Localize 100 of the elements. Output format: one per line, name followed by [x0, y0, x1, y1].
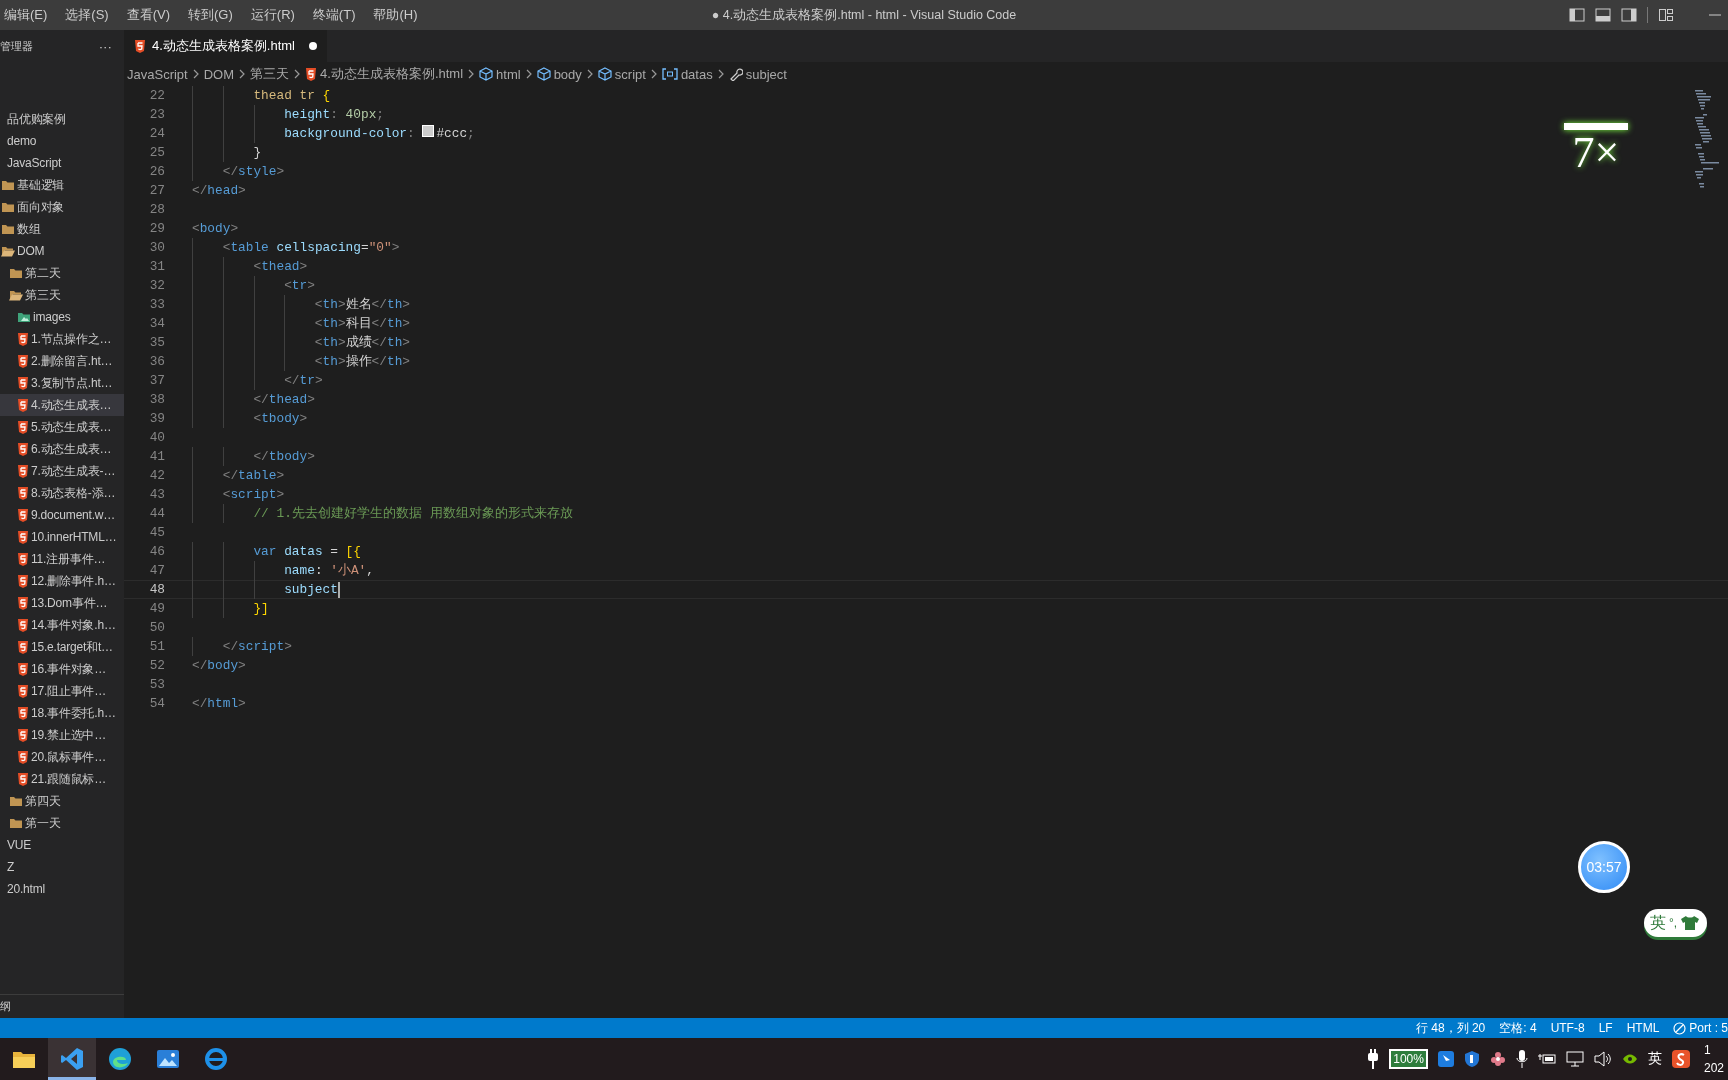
- line-number: 32: [148, 278, 165, 293]
- tree-item[interactable]: 20.html: [0, 878, 124, 900]
- tree-item[interactable]: 19.禁止选中…: [0, 724, 124, 746]
- bottom-panel-toggle-icon: [1595, 7, 1611, 23]
- tree-item[interactable]: 5.动态生成表…: [0, 416, 124, 438]
- tree-item[interactable]: Z: [0, 856, 124, 878]
- code-line: }]: [192, 599, 269, 618]
- tree-item[interactable]: JavaScript: [0, 152, 124, 174]
- menu-item[interactable]: 帮助(H): [369, 0, 424, 30]
- tree-item[interactable]: 第三天: [0, 284, 124, 306]
- tree-item[interactable]: 12.删除事件.h…: [0, 570, 124, 592]
- tree-item[interactable]: 1.节点操作之…: [0, 328, 124, 350]
- breadcrumb-item[interactable]: script: [597, 66, 646, 82]
- tree-item[interactable]: 10.innerHTML…: [0, 526, 124, 548]
- tree-item[interactable]: 第一天: [0, 812, 124, 834]
- line-number: 41: [148, 449, 165, 464]
- line-number: 22: [148, 88, 165, 103]
- tree-item[interactable]: 16.事件对象…: [0, 658, 124, 680]
- outline-header[interactable]: 纲: [0, 998, 11, 1014]
- html-file-icon: [17, 464, 29, 478]
- code-line: <body>: [192, 220, 239, 238]
- tree-item[interactable]: 21.跟随鼠标…: [0, 768, 124, 790]
- status-item[interactable]: 行 48，列 20: [1415, 1019, 1486, 1037]
- layout-icon: [1658, 7, 1674, 23]
- network-icon: [1565, 1051, 1584, 1067]
- input-method-toolbar[interactable]: 英 °,: [1644, 909, 1707, 937]
- photo-icon: [156, 1048, 180, 1070]
- folder-icon: [1, 223, 15, 235]
- status-item[interactable]: 空格: 4: [1499, 1019, 1537, 1037]
- battery-indicator[interactable]: 100%: [1389, 1049, 1428, 1069]
- tree-item[interactable]: 第四天: [0, 790, 124, 812]
- editor-tab[interactable]: 4.动态生成表格案例.html: [124, 30, 327, 62]
- code-line: background-color: #ccc;: [192, 124, 475, 143]
- code-line: <thead>: [192, 257, 308, 276]
- tree-item[interactable]: 17.阻止事件…: [0, 680, 124, 702]
- status-item[interactable]: UTF-8: [1550, 1021, 1585, 1035]
- menu-item[interactable]: 终端(T): [308, 0, 362, 30]
- image-folder-icon: [17, 311, 31, 323]
- tree-item[interactable]: 15.e.target和t…: [0, 636, 124, 658]
- tree-item[interactable]: 4.动态生成表…: [0, 394, 124, 416]
- breadcrumb-item[interactable]: JavaScript: [127, 66, 188, 82]
- line-number: 48: [148, 582, 165, 597]
- code-line: }: [192, 143, 262, 162]
- tree-item[interactable]: DOM: [0, 240, 124, 262]
- code-line: <th>姓名</th>: [192, 295, 410, 314]
- tree-item[interactable]: 面向对象: [0, 196, 124, 218]
- line-number: 25: [148, 145, 165, 160]
- tree-item[interactable]: VUE: [0, 834, 124, 856]
- menu-item[interactable]: 运行(R): [246, 0, 301, 30]
- tree-item[interactable]: 13.Dom事件…: [0, 592, 124, 614]
- chevron-icon: [467, 69, 476, 79]
- tree-item[interactable]: 6.动态生成表…: [0, 438, 124, 460]
- tree-item[interactable]: 第二天: [0, 262, 124, 284]
- line-number: 44: [148, 506, 165, 521]
- tree-item[interactable]: 20.鼠标事件…: [0, 746, 124, 768]
- chevron-icon: [293, 69, 302, 79]
- tree-item[interactable]: 9.document.w…: [0, 504, 124, 526]
- status-item[interactable]: LF: [1598, 1021, 1613, 1035]
- breadcrumb-item[interactable]: 第三天: [250, 65, 290, 83]
- tree-item[interactable]: 基础逻辑: [0, 174, 124, 196]
- breadcrumb-item[interactable]: html: [479, 66, 521, 82]
- tree-item[interactable]: 8.动态表格-添…: [0, 482, 124, 504]
- wrench-icon: [728, 67, 743, 81]
- html-file-icon: [17, 530, 29, 544]
- breadcrumb-item[interactable]: datas: [661, 66, 713, 82]
- breadcrumb-item[interactable]: 4.动态生成表格案例.html: [305, 65, 464, 83]
- open-folder-icon: [9, 289, 23, 301]
- tree-item[interactable]: 品优购案例: [0, 108, 124, 130]
- line-number: 28: [148, 202, 165, 217]
- breadcrumb-item[interactable]: DOM: [203, 66, 235, 82]
- code-line: </script>: [192, 637, 292, 656]
- taskbar-app[interactable]: [48, 1038, 96, 1080]
- tree-item[interactable]: 2.删除留言.ht…: [0, 350, 124, 372]
- menu-item[interactable]: 编辑(E): [0, 0, 54, 30]
- tree-item[interactable]: demo: [0, 130, 124, 152]
- color-swatch-icon[interactable]: [422, 124, 435, 137]
- tree-item[interactable]: 数组: [0, 218, 124, 240]
- tree-item[interactable]: 18.事件委托.h…: [0, 702, 124, 724]
- input-method-indicator[interactable]: 英: [1647, 1050, 1662, 1068]
- line-number: 26: [148, 164, 165, 179]
- menu-item[interactable]: 转到(G): [184, 0, 239, 30]
- tree-item[interactable]: 11.注册事件…: [0, 548, 124, 570]
- status-item[interactable]: Port : 5: [1673, 1021, 1728, 1035]
- folder-icon: [1, 201, 15, 213]
- line-number: 27: [148, 183, 165, 198]
- menu-item[interactable]: 查看(V): [122, 0, 177, 30]
- tree-item[interactable]: 7.动态生成表-…: [0, 460, 124, 482]
- more-actions-button[interactable]: ···: [98, 38, 112, 54]
- breadcrumb-item[interactable]: body: [536, 66, 582, 82]
- menu-item[interactable]: 选择(S): [61, 0, 115, 30]
- breadcrumb-item[interactable]: subject: [728, 66, 787, 82]
- html-file-icon: [134, 39, 146, 53]
- tree-item[interactable]: 3.复制节点.ht…: [0, 372, 124, 394]
- status-item[interactable]: HTML: [1626, 1021, 1660, 1035]
- html-file-icon: [17, 420, 29, 434]
- shield-icon: [1463, 1051, 1480, 1067]
- punctuation-mode-label: °,: [1669, 916, 1678, 930]
- tree-item[interactable]: 14.事件对象.h…: [0, 614, 124, 636]
- tree-item[interactable]: images: [0, 306, 124, 328]
- line-number: 37: [148, 373, 165, 388]
